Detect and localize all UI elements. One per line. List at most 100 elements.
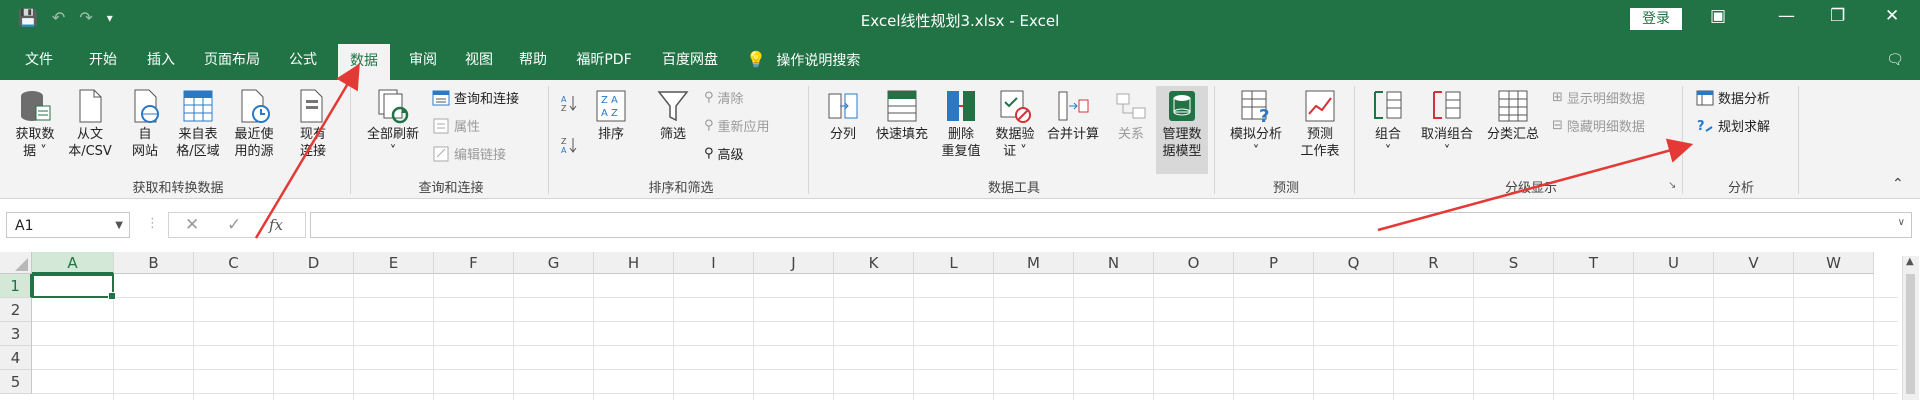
from-web-button[interactable]: 自 网站	[120, 88, 170, 160]
sort-ascending-button[interactable]: AZ	[560, 94, 578, 112]
column-header-T[interactable]: T	[1554, 252, 1634, 274]
restore-icon[interactable]: ❐	[1830, 6, 1845, 26]
subtotal-button[interactable]: 分类汇总	[1480, 88, 1546, 143]
tab-home[interactable]: 开始	[78, 40, 128, 80]
column-header-D[interactable]: D	[274, 252, 354, 274]
column-header-M[interactable]: M	[994, 252, 1074, 274]
clear-filter-icon: ⚲	[704, 90, 714, 105]
group-button[interactable]: 组合 ˅	[1362, 88, 1414, 160]
existing-connections-button[interactable]: 现有 连接	[288, 88, 338, 160]
tab-help[interactable]: 帮助	[508, 40, 558, 80]
what-if-analysis-button[interactable]: ? 模拟分析 ˅	[1220, 88, 1292, 160]
recent-sources-button[interactable]: 最近使 用的源	[226, 88, 282, 160]
queries-connections-button[interactable]: 查询和连接	[432, 88, 519, 107]
comments-icon[interactable]: 🗨	[1880, 40, 1910, 80]
column-header-S[interactable]: S	[1474, 252, 1554, 274]
column-header-U[interactable]: U	[1634, 252, 1714, 274]
name-box-dropdown-icon[interactable]: ▼	[115, 213, 123, 239]
hide-detail-button[interactable]: ⊟ 隐藏明细数据	[1552, 116, 1645, 135]
from-table-button[interactable]: 来自表 格/区域	[170, 88, 226, 160]
database-icon	[21, 91, 51, 121]
formula-input[interactable]: ∨	[310, 212, 1912, 238]
enter-icon[interactable]: ✓	[227, 215, 241, 235]
login-button[interactable]: 登录	[1630, 8, 1682, 30]
column-header-Q[interactable]: Q	[1314, 252, 1394, 274]
column-header-A[interactable]: A	[32, 252, 114, 274]
sort-button[interactable]: Z A A Z 排序	[588, 88, 634, 143]
refresh-all-button[interactable]: 全部刷新 ˅	[356, 88, 430, 160]
tab-file[interactable]: 文件	[14, 40, 64, 80]
vertical-scrollbar[interactable]: ▲	[1902, 256, 1919, 400]
group-icon	[1374, 91, 1402, 119]
column-header-G[interactable]: G	[514, 252, 594, 274]
tab-insert[interactable]: 插入	[136, 40, 186, 80]
remove-duplicates-button[interactable]: 删除 重复值	[934, 88, 988, 160]
tab-page-layout[interactable]: 页面布局	[196, 40, 268, 80]
cancel-icon[interactable]: ✕	[185, 215, 199, 235]
column-header-H[interactable]: H	[594, 252, 674, 274]
worksheet-grid[interactable]: ABCDEFGHIJKLMNOPQRSTUVW 12345	[0, 252, 1920, 400]
close-icon[interactable]: ✕	[1885, 6, 1899, 26]
column-header-W[interactable]: W	[1794, 252, 1874, 274]
minimize-icon[interactable]: —	[1778, 6, 1795, 26]
column-header-P[interactable]: P	[1234, 252, 1314, 274]
grid-vline	[1393, 274, 1394, 400]
from-text-csv-button[interactable]: 从文 本/CSV	[62, 88, 118, 160]
scroll-up-icon[interactable]: ▲	[1906, 256, 1914, 267]
column-header-L[interactable]: L	[914, 252, 994, 274]
edit-links-button[interactable]: 编辑链接	[432, 144, 506, 163]
column-header-V[interactable]: V	[1714, 252, 1794, 274]
column-header-K[interactable]: K	[834, 252, 914, 274]
flash-fill-button[interactable]: 快速填充	[868, 88, 936, 143]
row-header-3[interactable]: 3	[0, 322, 32, 346]
active-cell-A1[interactable]	[32, 274, 116, 300]
column-header-E[interactable]: E	[354, 252, 434, 274]
consolidate-button[interactable]: 合并计算	[1040, 88, 1106, 143]
column-header-N[interactable]: N	[1074, 252, 1154, 274]
tab-review[interactable]: 审阅	[398, 40, 448, 80]
row-header-5[interactable]: 5	[0, 370, 32, 394]
tab-baidu-netdisk[interactable]: 百度网盘	[652, 40, 728, 80]
data-validation-button[interactable]: 数据验 证 ˅	[988, 88, 1042, 160]
properties-button[interactable]: 属性	[432, 116, 480, 135]
column-header-J[interactable]: J	[754, 252, 834, 274]
column-header-I[interactable]: I	[674, 252, 754, 274]
column-header-O[interactable]: O	[1154, 252, 1234, 274]
expand-formula-bar-icon[interactable]: ∨	[1898, 217, 1905, 228]
forecast-label-1: 预测	[1306, 127, 1333, 142]
relationships-button[interactable]: 关系	[1106, 88, 1156, 143]
manage-data-model-button[interactable]: 管理数 据模型	[1156, 86, 1208, 174]
data-analysis-button[interactable]: 数据分析	[1696, 88, 1770, 107]
text-to-columns-button[interactable]: 分列	[816, 88, 870, 143]
reapply-button[interactable]: ⚲ 重新应用	[704, 116, 770, 135]
column-header-B[interactable]: B	[114, 252, 194, 274]
scroll-thumb[interactable]	[1906, 274, 1915, 394]
outline-dialog-launcher-icon[interactable]: ↘	[1668, 180, 1676, 191]
select-all-corner[interactable]	[0, 252, 32, 274]
solver-button[interactable]: ? 规划求解	[1696, 116, 1770, 136]
column-header-F[interactable]: F	[434, 252, 514, 274]
get-data-button[interactable]: 获取数 据 ˅	[8, 88, 62, 160]
ungroup-button[interactable]: 取消组合 ˅	[1414, 88, 1480, 160]
column-header-R[interactable]: R	[1394, 252, 1474, 274]
insert-function-icon[interactable]: fx	[269, 216, 283, 234]
advanced-filter-button[interactable]: ⚲ 高级	[704, 144, 744, 163]
tab-foxit-pdf[interactable]: 福昕PDF	[566, 40, 642, 80]
row-header-4[interactable]: 4	[0, 346, 32, 370]
tell-me-search[interactable]: 💡 操作说明搜索	[746, 40, 886, 80]
forecast-sheet-button[interactable]: 预测 工作表	[1292, 88, 1348, 160]
row-header-1[interactable]: 1	[0, 274, 32, 298]
ribbon-display-options-icon[interactable]: ▣	[1710, 6, 1726, 26]
fill-handle[interactable]	[108, 292, 116, 300]
clear-filter-button[interactable]: ⚲ 清除	[704, 88, 744, 107]
tab-formulas[interactable]: 公式	[278, 40, 328, 80]
tab-view[interactable]: 视图	[454, 40, 504, 80]
row-header-2[interactable]: 2	[0, 298, 32, 322]
name-box[interactable]: A1 ▼	[6, 212, 130, 238]
column-header-C[interactable]: C	[194, 252, 274, 274]
sort-descending-button[interactable]: ZA	[560, 136, 578, 154]
filter-button[interactable]: 筛选	[650, 88, 696, 143]
tab-data[interactable]: 数据	[338, 44, 390, 80]
show-detail-button[interactable]: ⊞ 显示明细数据	[1552, 88, 1645, 107]
collapse-ribbon-icon[interactable]: ⌃	[1892, 176, 1904, 192]
